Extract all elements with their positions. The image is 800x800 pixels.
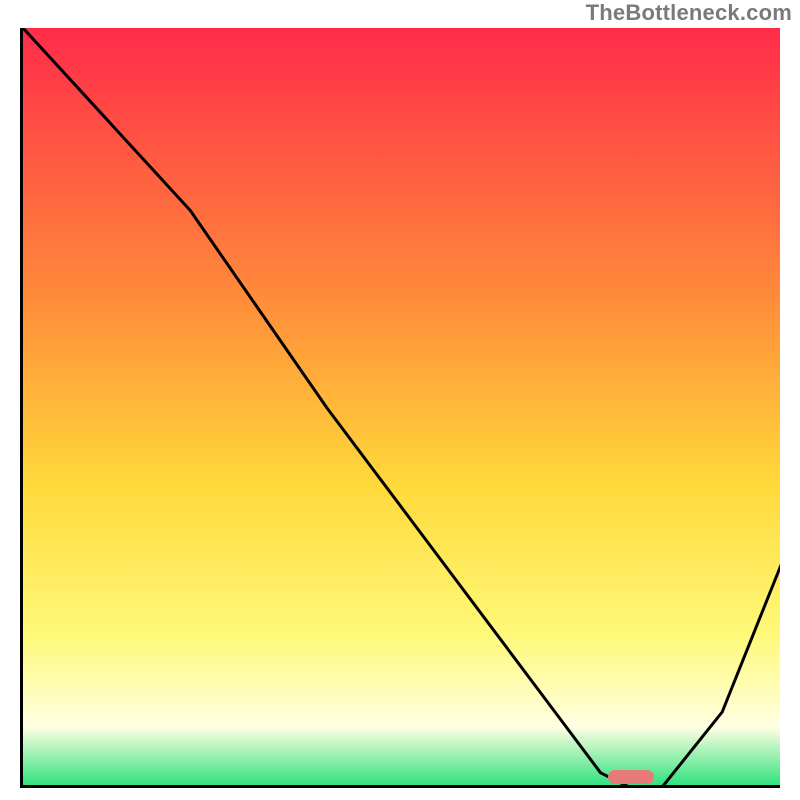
optimum-marker — [608, 770, 654, 784]
chart-svg — [23, 28, 780, 788]
chart-plot-area — [20, 28, 780, 788]
gradient-background — [23, 28, 780, 788]
watermark-text: TheBottleneck.com — [586, 0, 792, 26]
